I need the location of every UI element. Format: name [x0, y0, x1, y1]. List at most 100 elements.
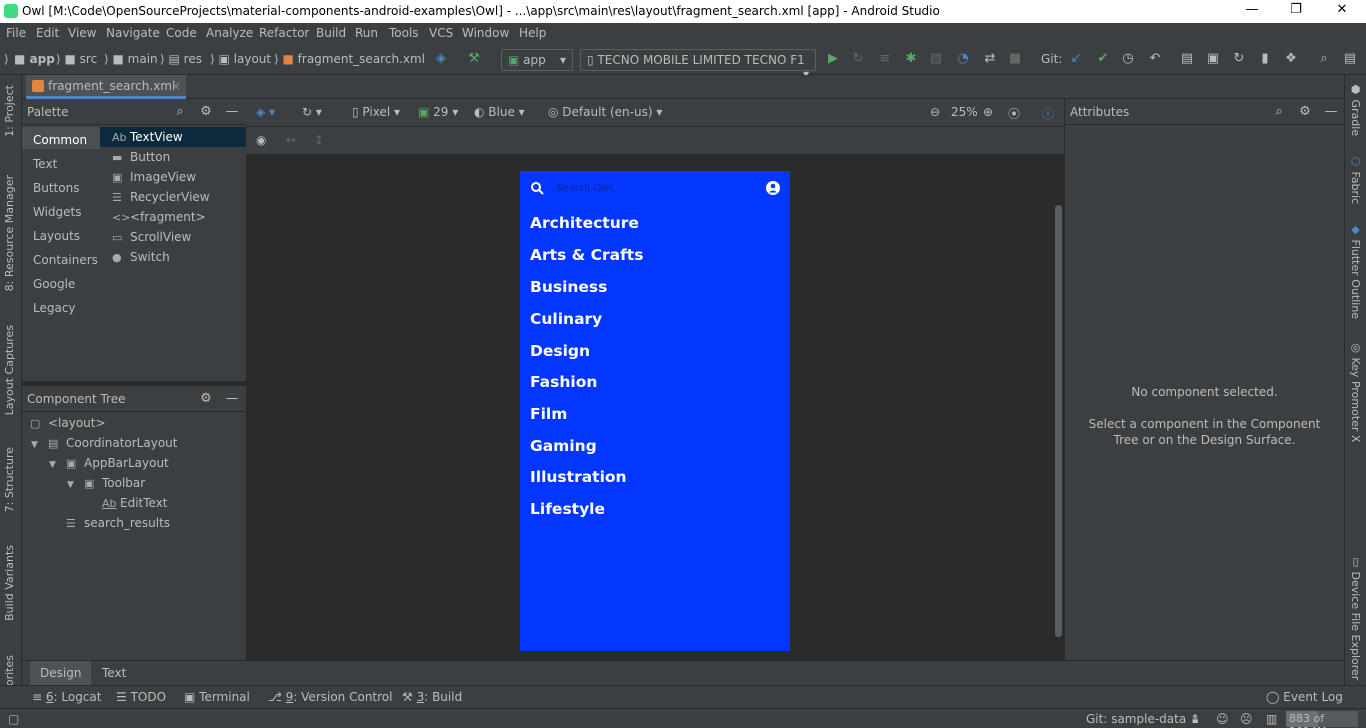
- menu-view[interactable]: View: [68, 26, 96, 40]
- search-everywhere-icon[interactable]: ⌕: [1316, 51, 1332, 67]
- palette-item-imageview[interactable]: ▣ ImageView: [112, 170, 196, 184]
- theme-selector[interactable]: ◐ Blue ▾: [474, 105, 525, 119]
- tab-layout-captures[interactable]: Layout Captures: [3, 325, 16, 415]
- api-level-selector[interactable]: ▣ 29 ▾: [418, 105, 458, 119]
- tool-build[interactable]: ⚒ 3: Build: [402, 690, 462, 704]
- file-tab-fragment-search[interactable]: fragment_search.xml ×: [26, 75, 186, 99]
- device-manager-icon[interactable]: ▮: [1257, 51, 1273, 67]
- palette-category-containers[interactable]: Containers: [33, 253, 98, 267]
- gear-icon[interactable]: ⚙: [1297, 104, 1313, 120]
- plugin-icon[interactable]: ❖: [1283, 51, 1299, 67]
- menu-tools[interactable]: Tools: [389, 26, 419, 40]
- tab-key-promoter[interactable]: ◎ Key Promoter X: [1349, 341, 1362, 442]
- palette-item-scrollview[interactable]: ▭ ScrollView: [112, 230, 191, 244]
- tab-build-variants[interactable]: Build Variants: [3, 545, 16, 621]
- expand-arrow-icon[interactable]: ▼: [67, 480, 74, 490]
- run-icon[interactable]: ▶: [825, 51, 841, 67]
- tool-event-log[interactable]: ◯ Event Log: [1266, 690, 1343, 704]
- layers-icon[interactable]: ◈: [433, 51, 449, 67]
- tab-gradle[interactable]: ⬢ Gradle: [1349, 83, 1362, 136]
- phone-preview[interactable]: Architecture Arts & Crafts Business Culi…: [520, 171, 790, 651]
- search-icon[interactable]: ⌕: [1271, 104, 1287, 120]
- breadcrumb-app[interactable]: ■ app: [14, 52, 55, 66]
- locale-selector[interactable]: ◎ Default (en-us) ▾: [548, 105, 662, 119]
- tab-project[interactable]: 1: Project: [3, 85, 16, 137]
- vertical-resize-icon[interactable]: ↕: [314, 133, 324, 147]
- run-configuration-dropdown[interactable]: ▣ app ▾: [501, 49, 573, 71]
- menu-navigate[interactable]: Navigate: [106, 26, 160, 40]
- menu-build[interactable]: Build: [316, 26, 346, 40]
- stop-icon[interactable]: ■: [1007, 51, 1023, 67]
- menu-help[interactable]: Help: [519, 26, 546, 40]
- horizontal-resize-icon[interactable]: ↔: [286, 133, 296, 147]
- breadcrumb-layout[interactable]: ⟩ ▣ layout: [210, 52, 271, 66]
- palette-category-widgets[interactable]: Widgets: [33, 205, 82, 219]
- profile-icon[interactable]: ◔: [955, 51, 971, 67]
- menu-vcs[interactable]: VCS: [429, 26, 453, 40]
- palette-category-legacy[interactable]: Legacy: [33, 301, 76, 315]
- lock-icon[interactable]: 🔒︎: [1192, 712, 1198, 727]
- project-structure-icon[interactable]: ▤: [1179, 51, 1195, 67]
- happy-face-icon[interactable]: ☺: [1216, 712, 1229, 726]
- tool-windows-toggle-icon[interactable]: ▢: [8, 712, 19, 726]
- menu-refactor[interactable]: Refactor: [259, 26, 309, 40]
- tab-resource-manager[interactable]: 8: Resource Manager: [3, 175, 16, 291]
- tool-logcat[interactable]: ≡ 6: Logcat: [32, 690, 101, 704]
- palette-category-google[interactable]: Google: [33, 277, 75, 291]
- minimize-button[interactable]: —: [1242, 2, 1262, 20]
- minimize-panel-icon[interactable]: —: [224, 391, 240, 407]
- git-branch-indicator[interactable]: Git: sample-data ↕: [1086, 712, 1200, 726]
- eye-icon[interactable]: ◉: [256, 133, 266, 147]
- breadcrumb-src[interactable]: ⟩ ■ src: [56, 52, 97, 66]
- design-surface-icon[interactable]: ◈ ▾: [256, 105, 275, 119]
- palette-category-layouts[interactable]: Layouts: [33, 229, 80, 243]
- restore-button[interactable]: ❐: [1286, 2, 1306, 20]
- menu-edit[interactable]: Edit: [36, 26, 59, 40]
- history-icon[interactable]: ◷: [1120, 51, 1136, 67]
- search-icon[interactable]: ⌕: [172, 104, 188, 120]
- palette-item-textview[interactable]: Ab TextView: [112, 130, 183, 144]
- tab-flutter-outline[interactable]: ◆ Flutter Outline: [1349, 223, 1362, 319]
- palette-item-fragment[interactable]: <><fragment>: [112, 210, 206, 224]
- tree-node-search-results[interactable]: ☰ search_results: [66, 516, 170, 530]
- gear-icon[interactable]: ⚙: [198, 104, 214, 120]
- menu-run[interactable]: Run: [355, 26, 378, 40]
- apply-code-changes-icon[interactable]: ≡: [877, 51, 893, 67]
- palette-category-common[interactable]: Common: [33, 133, 87, 147]
- menu-analyze[interactable]: Analyze: [206, 26, 253, 40]
- canvas-vertical-scrollbar[interactable]: [1055, 205, 1062, 637]
- tree-node-edittext[interactable]: Ab EditText: [102, 496, 168, 510]
- menu-code[interactable]: Code: [166, 26, 197, 40]
- tool-version-control[interactable]: ⎇ 9: Version Control: [268, 690, 392, 704]
- apply-changes-icon[interactable]: ↻: [850, 51, 866, 67]
- memory-indicator[interactable]: 883 of 2014M: [1286, 711, 1358, 728]
- device-selector[interactable]: ▯ Pixel ▾: [352, 105, 400, 119]
- minimize-panel-icon[interactable]: —: [224, 104, 240, 120]
- palette-item-button[interactable]: ▬ Button: [112, 150, 170, 164]
- info-icon[interactable]: ⓘ: [1042, 105, 1054, 122]
- zoom-in-icon[interactable]: ⊕: [983, 105, 993, 119]
- tool-terminal[interactable]: ▣ Terminal: [184, 690, 250, 704]
- palette-item-recyclerview[interactable]: ☰ RecyclerView: [112, 190, 210, 204]
- attach-debugger-icon[interactable]: ▧: [928, 51, 944, 67]
- tool-todo[interactable]: ☰ TODO: [116, 690, 166, 704]
- build-hammer-icon[interactable]: ⚒: [466, 51, 482, 67]
- debug-icon[interactable]: ✱: [903, 51, 919, 67]
- expand-arrow-icon[interactable]: ▼: [31, 440, 38, 450]
- more-icon[interactable]: ▤: [1342, 51, 1358, 67]
- avd-manager-icon[interactable]: ↻: [1231, 51, 1247, 67]
- tree-node-appbarlayout[interactable]: ▣ AppBarLayout: [66, 456, 169, 470]
- search-input[interactable]: [556, 183, 756, 194]
- tab-fabric[interactable]: ⬡ Fabric: [1349, 155, 1362, 204]
- tab-structure[interactable]: 7: Structure: [3, 447, 16, 512]
- tab-design[interactable]: Design: [30, 661, 92, 686]
- breadcrumb-file[interactable]: ⟩ ■ fragment_search.xml: [274, 52, 425, 66]
- close-window-button[interactable]: ✕: [1332, 2, 1352, 20]
- minimize-panel-icon[interactable]: —: [1323, 104, 1339, 120]
- zoom-fit-icon[interactable]: ⦿: [1008, 105, 1020, 122]
- sdk-manager-icon[interactable]: ▣: [1205, 51, 1221, 67]
- breadcrumb-res[interactable]: ⟩ ▤ res: [160, 52, 202, 66]
- palette-category-buttons[interactable]: Buttons: [33, 181, 79, 195]
- close-tab-icon[interactable]: ×: [171, 79, 181, 93]
- expand-arrow-icon[interactable]: ▼: [49, 460, 56, 470]
